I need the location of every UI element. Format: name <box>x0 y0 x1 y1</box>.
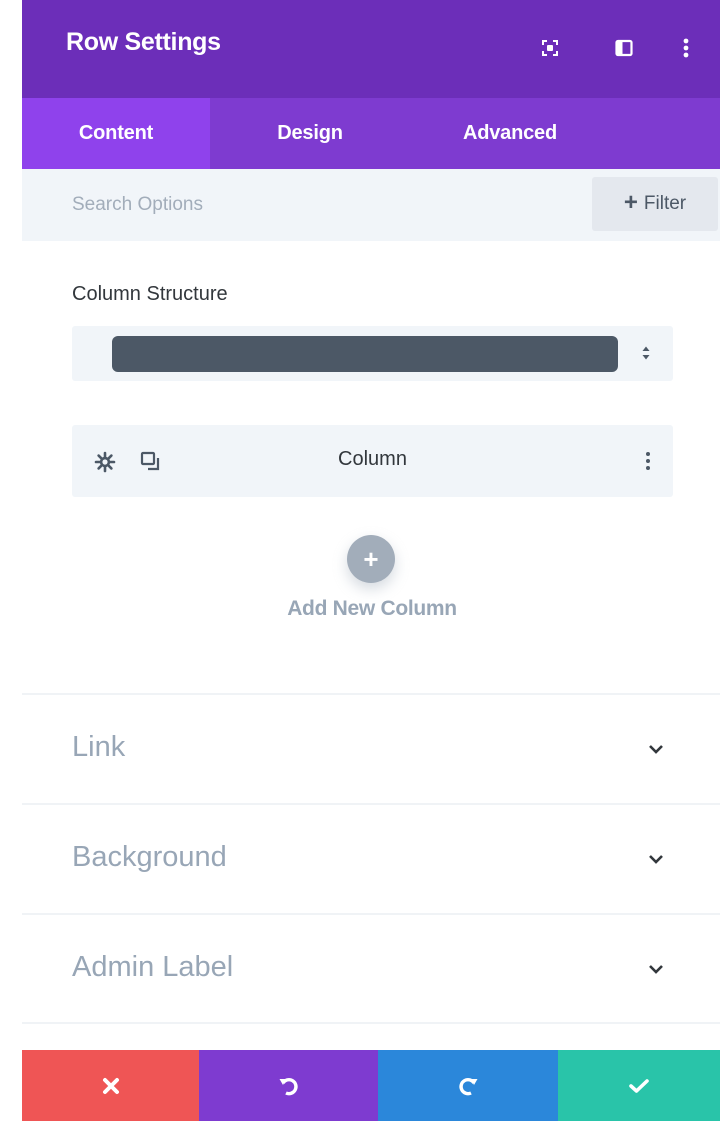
check-icon <box>629 1078 649 1093</box>
column-label: Column <box>338 448 407 470</box>
split-view-button[interactable] <box>606 30 642 66</box>
column-structure-preview <box>112 336 618 372</box>
redo-icon <box>459 1077 478 1095</box>
plus-icon: + <box>623 189 638 216</box>
column-structure-select[interactable] <box>72 326 673 381</box>
column-item: Column <box>72 425 673 497</box>
add-new-column-button[interactable]: + Add New Column <box>247 535 497 635</box>
expand-button[interactable] <box>532 30 568 66</box>
toggle-title: Link <box>72 731 126 763</box>
modal-footer <box>22 1050 720 1121</box>
modal-title: Row Settings <box>66 28 221 56</box>
discard-button[interactable] <box>22 1050 199 1121</box>
split-view-icon <box>615 39 633 57</box>
row-settings-modal: Row Settings Content Design Advanced Sea… <box>0 0 720 1121</box>
close-icon <box>102 1077 119 1094</box>
select-caret-icon <box>642 346 650 360</box>
more-vertical-icon <box>683 38 689 58</box>
more-options-button[interactable] <box>668 30 704 66</box>
more-vertical-icon[interactable] <box>645 450 651 472</box>
tab-design[interactable]: Design <box>210 98 410 169</box>
toggle-background[interactable]: Background <box>22 803 720 913</box>
tab-bar: Content Design Advanced <box>22 98 720 169</box>
toggle-title: Admin Label <box>72 951 234 983</box>
plus-icon: + <box>347 535 395 583</box>
column-structure-label: Column Structure <box>72 283 228 305</box>
undo-button[interactable] <box>199 1050 378 1121</box>
toggle-admin-label[interactable]: Admin Label <box>22 913 720 1023</box>
filter-label: Filter <box>643 193 687 214</box>
search-bar: + Filter <box>22 169 720 241</box>
chevron-down-icon <box>649 965 663 974</box>
chevron-down-icon <box>649 855 663 864</box>
toggle-title: Background <box>72 841 227 873</box>
save-button[interactable] <box>558 1050 720 1121</box>
tab-content[interactable]: Content <box>22 98 210 169</box>
chevron-down-icon <box>649 745 663 754</box>
undo-icon <box>279 1077 298 1095</box>
add-new-column-label: Add New Column <box>287 597 457 620</box>
modal-header: Row Settings <box>22 0 720 98</box>
expand-icon <box>542 40 558 56</box>
tab-advanced[interactable]: Advanced <box>410 98 610 169</box>
toggle-link[interactable]: Link <box>22 693 720 803</box>
divider <box>22 1022 720 1024</box>
redo-button[interactable] <box>378 1050 558 1121</box>
filter-button[interactable]: + Filter <box>592 177 718 231</box>
search-input[interactable] <box>22 169 590 241</box>
